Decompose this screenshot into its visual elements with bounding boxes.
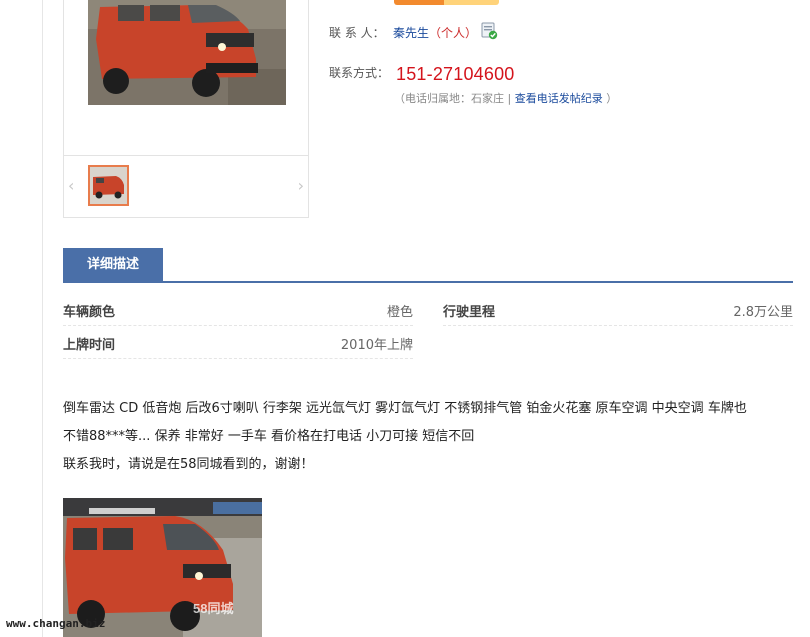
spec-row-registration: 上牌时间 2010年上牌 xyxy=(63,326,413,359)
spec-row-mileage: 行驶里程 2.8万公里 xyxy=(443,293,793,326)
description-line: 倒车雷达 CD 低音炮 后改6寸喇叭 行李架 远光氙气灯 雾灯氙气灯 不锈钢排气… xyxy=(63,401,747,416)
photo-gallery: ‹ › xyxy=(63,0,309,218)
prev-arrow-icon[interactable]: ‹ xyxy=(68,176,74,195)
contact-type: （个人） xyxy=(429,26,478,40)
spec-key: 车辆颜色 xyxy=(63,305,116,320)
spec-value: 2.8万公里 xyxy=(733,305,793,320)
contact-name[interactable]: 秦先生（个人） xyxy=(393,24,477,41)
spec-value: 橙色 xyxy=(386,305,413,320)
main-photo[interactable] xyxy=(88,0,286,105)
contact-name-text[interactable]: 秦先生 xyxy=(393,26,429,40)
thumbnail-bar: ‹ › xyxy=(64,155,308,217)
spec-row-color: 车辆颜色 橙色 xyxy=(63,293,413,326)
listing-description: 倒车雷达 CD 低音炮 后改6寸喇叭 行李架 远光氙气灯 雾灯氙气灯 不锈钢排气… xyxy=(63,395,798,479)
contact-person-label: 联 系 人： xyxy=(329,26,385,40)
spec-key: 上牌时间 xyxy=(63,338,116,353)
phone-location-close: ） xyxy=(606,92,618,105)
thumbnail-image[interactable] xyxy=(88,165,129,206)
phone-history-link[interactable]: 查看电话发帖纪录 xyxy=(515,92,603,105)
phone-location-note: （电话归属地：石家庄 | 查看电话发帖纪录 ） xyxy=(394,90,617,106)
spec-value: 2010年上牌 xyxy=(340,338,413,353)
photo-watermark: 58同城 xyxy=(193,601,234,616)
verified-id-icon xyxy=(481,22,498,40)
action-button-partial[interactable] xyxy=(394,0,499,5)
spec-key: 行驶里程 xyxy=(443,305,496,320)
description-line: 联系我时，请说是在58同城看到的，谢谢！ xyxy=(63,457,314,472)
contact-method-label: 联系方式： xyxy=(329,66,390,80)
tab-underline xyxy=(63,281,793,283)
left-divider xyxy=(42,0,43,637)
description-line: 不错88***等... 保养 非常好 一手车 看价格在打电话 小刀可接 短信不回 xyxy=(63,429,475,444)
site-watermark: www.changan.biz xyxy=(6,617,106,630)
phone-number: 151-27104600 xyxy=(396,64,515,84)
tab-detail-description[interactable]: 详细描述 xyxy=(63,248,163,281)
phone-location-text: （电话归属地：石家庄 | xyxy=(394,92,512,105)
next-arrow-icon[interactable]: › xyxy=(298,176,304,195)
